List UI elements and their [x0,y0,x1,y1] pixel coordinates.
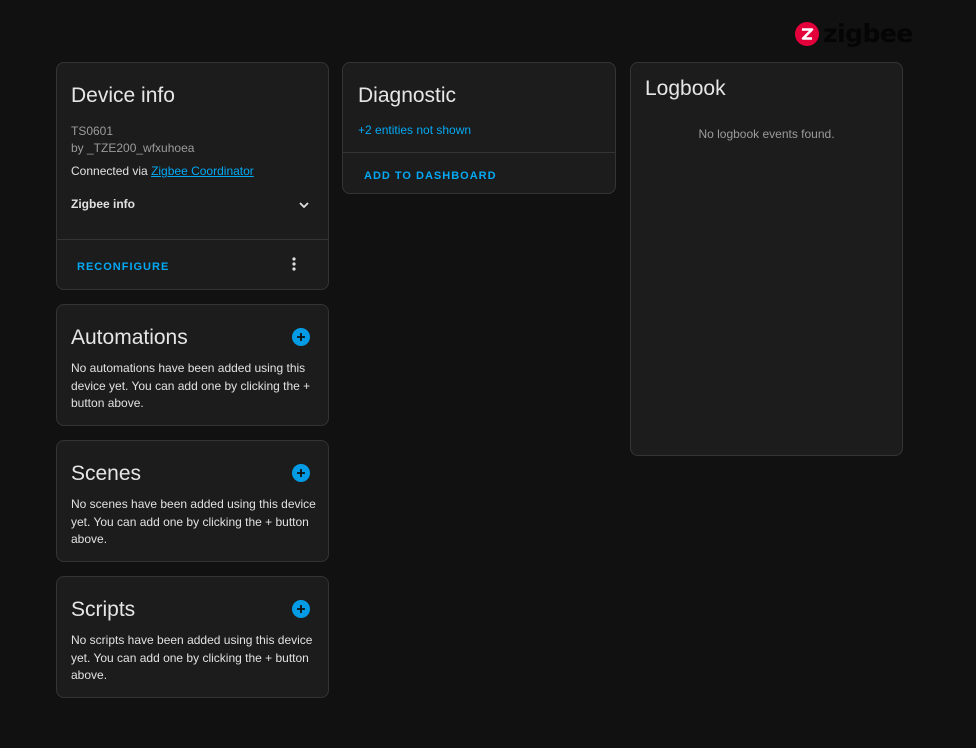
zigbee-logo: zigbee [795,21,913,47]
connected-via: Connected via Zigbee Coordinator [71,163,254,181]
add-script-button[interactable] [292,600,310,618]
reconfigure-button[interactable]: RECONFIGURE [71,257,175,277]
plus-circle-icon [297,469,305,477]
add-scene-button[interactable] [292,464,310,482]
device-model: TS0601 [71,124,114,138]
chevron-down-icon [298,198,310,216]
plus-circle-icon [297,333,305,341]
add-automation-button[interactable] [292,328,310,346]
zigbee-info-label: Zigbee info [71,197,135,211]
device-info-divider [57,239,328,240]
device-info-title: Device info [71,84,175,107]
plus-circle-icon [297,605,305,613]
diagnostic-card: Diagnostic +2 entities not shown ADD TO … [342,62,616,194]
scripts-empty-text: No scripts have been added using this de… [71,633,313,682]
device-manufacturer: by _TZE200_wfxuhoea [71,141,195,155]
automations-empty-text: No automations have been added using thi… [71,361,311,410]
scripts-title: Scripts [71,598,136,621]
zigbee-logo-text: zigbee [823,19,913,48]
scripts-card: Scripts No scripts have been added using… [56,576,329,698]
logbook-title: Logbook [645,77,726,100]
automations-card: Automations No automations have been add… [56,304,329,426]
scenes-title: Scenes [71,462,142,485]
diagnostic-divider [343,152,615,153]
automations-title: Automations [71,326,188,349]
zigbee-coordinator-link[interactable]: Zigbee Coordinator [151,164,254,178]
dots-vertical-icon[interactable] [283,253,305,275]
zigbee-logo-icon [795,22,819,46]
hidden-entities-link[interactable]: +2 entities not shown [358,123,471,137]
device-info-card: Device info TS0601 by _TZE200_wfxuhoea C… [56,62,329,290]
scenes-empty-text: No scenes have been added using this dev… [71,497,316,546]
zigbee-info-expander[interactable]: Zigbee info [71,190,314,218]
scenes-card: Scenes No scenes have been added using t… [56,440,329,562]
add-to-dashboard-button[interactable]: ADD TO DASHBOARD [358,166,503,186]
logbook-empty-text: No logbook events found. [698,127,835,141]
logbook-card: Logbook No logbook events found. [630,62,903,456]
connected-via-label: Connected via [71,164,148,178]
diagnostic-title: Diagnostic [358,84,457,107]
